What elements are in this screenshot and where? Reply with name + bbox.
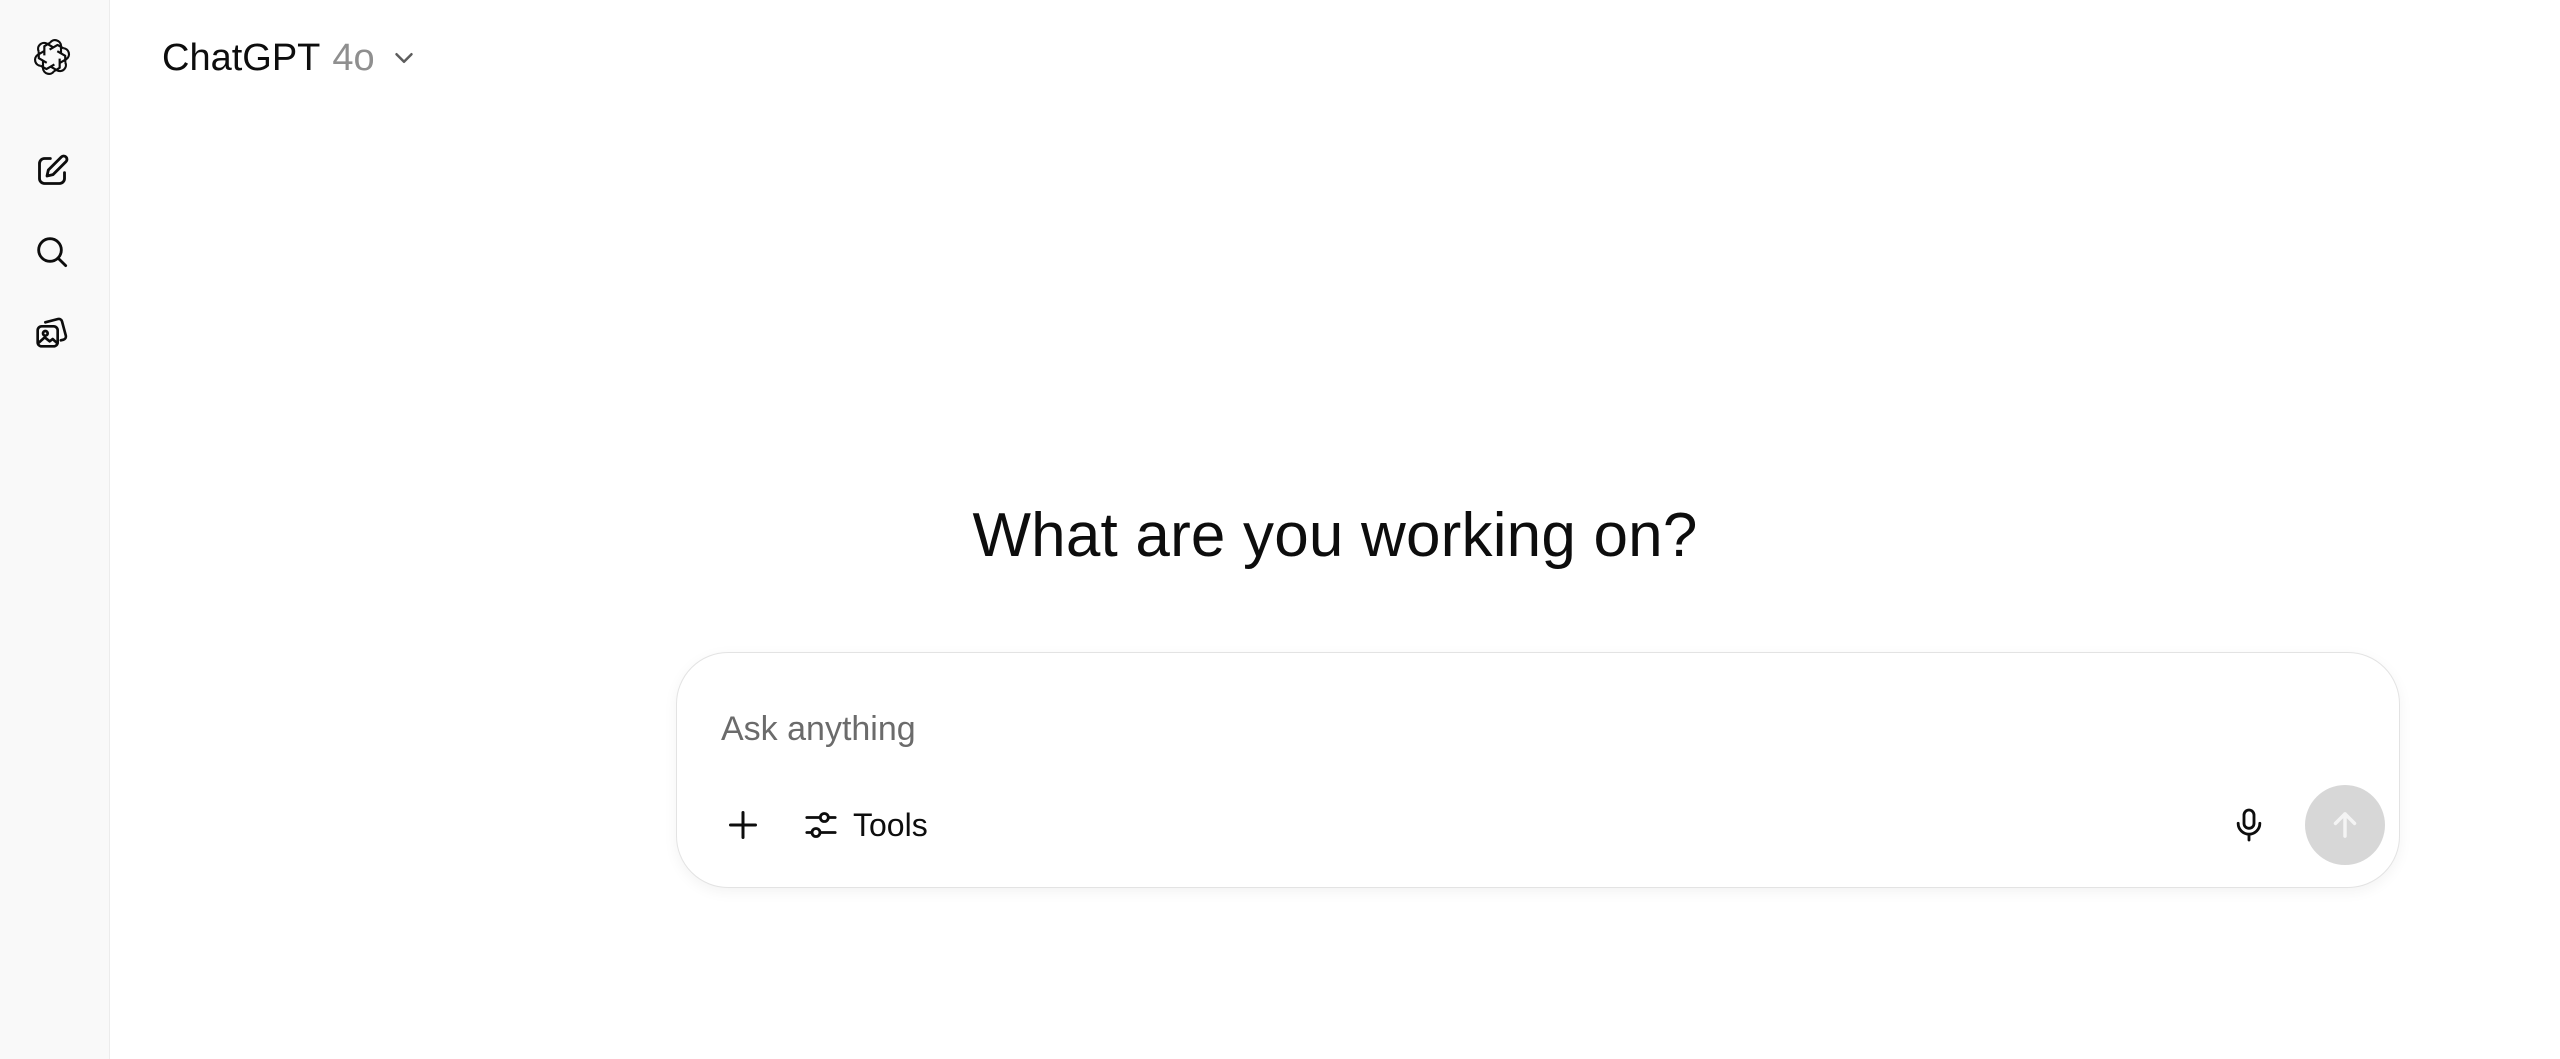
composer: Tools xyxy=(676,652,2400,888)
microphone-icon xyxy=(2236,808,2262,842)
model-name: ChatGPT xyxy=(162,36,321,79)
new-chat-button[interactable] xyxy=(23,144,81,202)
image-gallery-icon xyxy=(32,313,72,358)
model-switcher[interactable]: ChatGPT 4o xyxy=(150,28,431,88)
pencil-square-icon xyxy=(32,151,72,196)
send-button[interactable] xyxy=(2305,785,2385,865)
search-icon xyxy=(32,232,72,277)
library-button[interactable] xyxy=(23,306,81,364)
plus-icon xyxy=(729,811,757,839)
arrow-up-icon xyxy=(2333,812,2357,838)
page-headline: What are you working on? xyxy=(972,501,1698,570)
search-chats-button[interactable] xyxy=(23,225,81,283)
model-version: 4o xyxy=(332,36,375,79)
sidebar-rail xyxy=(0,0,110,1059)
add-attachment-button[interactable] xyxy=(711,793,775,857)
dictate-button[interactable] xyxy=(2217,793,2281,857)
sliders-icon xyxy=(805,812,837,838)
main-area: ChatGPT 4o What are you working on? Ask … xyxy=(110,0,2560,1059)
tools-label: Tools xyxy=(853,806,928,843)
prompt-input[interactable] xyxy=(721,701,2321,757)
chevron-down-icon xyxy=(394,53,413,63)
chatgpt-app: ChatGPT 4o What are you working on? Ask … xyxy=(0,0,2560,1059)
tools-button[interactable]: Tools xyxy=(791,793,938,857)
openai-logo-icon[interactable] xyxy=(23,28,81,86)
